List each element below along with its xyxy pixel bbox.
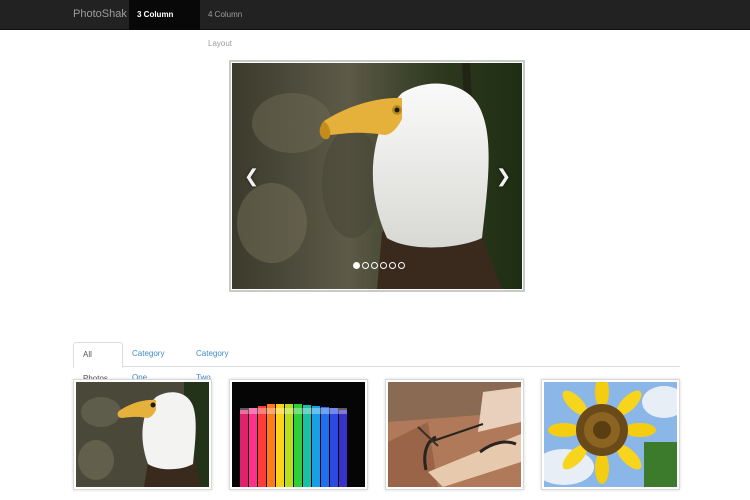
eagle-thumbnail-image [76, 382, 209, 487]
chevron-left-icon[interactable]: ❮ [244, 165, 259, 187]
brand-logo[interactable]: PhotoShak [73, 0, 127, 30]
carousel: ❮ ❯ [229, 60, 525, 292]
carousel-slide: ❮ ❯ [232, 63, 522, 289]
nav-3-column-layout[interactable]: 3 Column Layout [129, 0, 200, 48]
eagle-photo [232, 63, 522, 289]
sunflower-thumbnail-image [544, 382, 677, 487]
thumbnail-sunflower[interactable] [541, 379, 680, 490]
navbar: PhotoShak 3 Column Layout 4 Column Layou… [0, 0, 750, 48]
carousel-dot-1[interactable] [353, 262, 360, 269]
thumbnail-park-bench[interactable] [385, 379, 524, 490]
carousel-dot-2[interactable] [362, 262, 369, 269]
tab-category-one[interactable]: Category One [123, 342, 186, 382]
chevron-right-icon[interactable]: ❯ [496, 165, 511, 187]
bench-thumbnail-image [388, 382, 521, 487]
category-tabs: All Photos Category One Category Two [73, 342, 680, 383]
thumbnail-colored-tubes[interactable] [229, 379, 368, 490]
thumbnail-eagle[interactable] [73, 379, 212, 490]
carousel-dot-6[interactable] [398, 262, 405, 269]
carousel-indicators [353, 262, 405, 270]
tab-all-photos[interactable]: All Photos [73, 342, 123, 383]
tab-category-two[interactable]: Category Two [187, 342, 249, 382]
tubes-thumbnail-image [232, 382, 365, 487]
carousel-dot-4[interactable] [380, 262, 387, 269]
nav-4-column-layout[interactable]: 4 Column Layout [200, 0, 272, 48]
carousel-dot-3[interactable] [371, 262, 378, 269]
carousel-dot-5[interactable] [389, 262, 396, 269]
